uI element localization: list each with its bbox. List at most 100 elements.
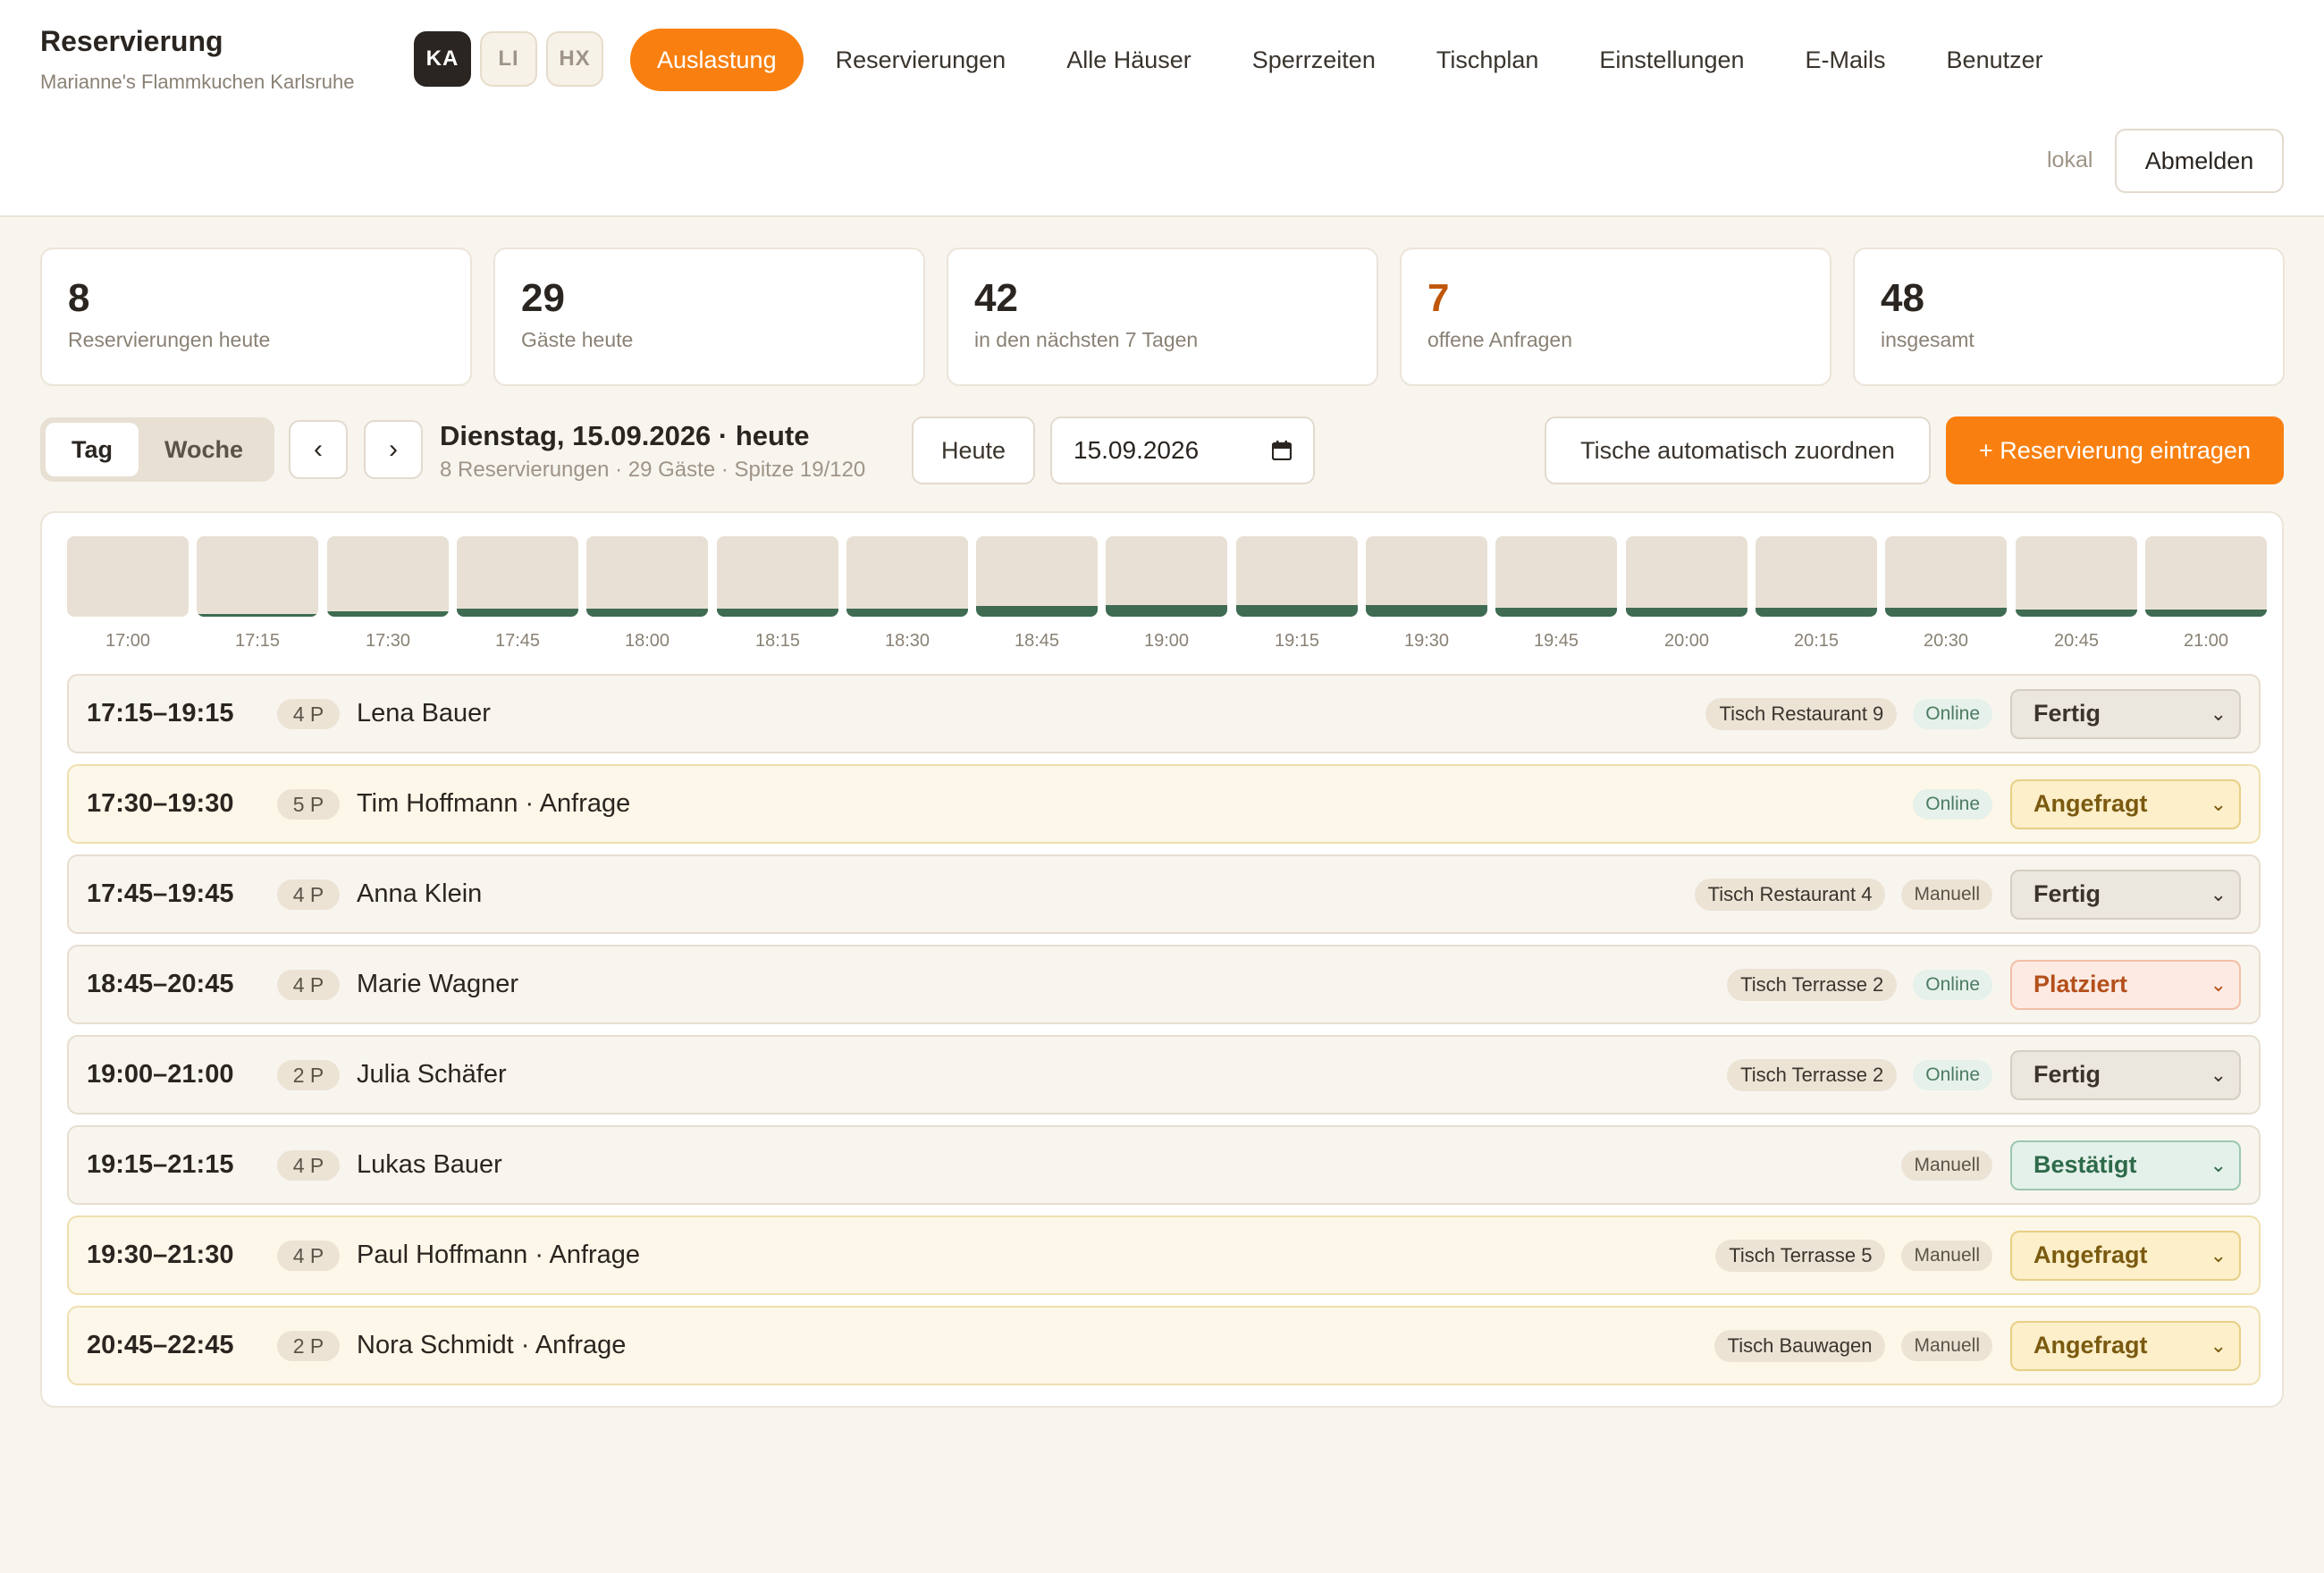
status-select[interactable]: Angefragt ⌄ <box>2010 778 2241 829</box>
table-badge: Tisch Bauwagen <box>1714 1329 1886 1362</box>
guest-name: Lukas Bauer <box>357 1150 502 1179</box>
nav-sperrzeiten[interactable]: Sperrzeiten <box>1225 29 1402 91</box>
timeline-slot[interactable] <box>1885 536 2007 617</box>
next-day-button[interactable]: › <box>364 420 423 479</box>
prev-day-button[interactable]: ‹ <box>289 420 348 479</box>
occupancy-bar <box>457 609 578 617</box>
chevron-down-icon: ⌄ <box>2210 1153 2227 1176</box>
timeline-slot[interactable] <box>197 536 318 617</box>
reservation-time: 17:30–19:30 <box>87 789 234 818</box>
today-button[interactable]: Heute <box>912 416 1035 484</box>
reservation-row[interactable]: 19:00–21:00 2 P Julia Schäfer Tisch Terrass… <box>67 1035 2261 1115</box>
reservation-row[interactable]: 20:45–22:45 2 P Nora Schmidt · Anfrage Tisc… <box>67 1306 2261 1385</box>
timeline-slot[interactable] <box>846 536 968 617</box>
table-badge: Tisch Terrasse 2 <box>1727 1058 1898 1091</box>
house-button-li[interactable]: LI <box>480 31 537 87</box>
reservation-row[interactable]: 19:30–21:30 4 P Paul Hoffmann · Anfrage Tis… <box>67 1216 2261 1295</box>
status-select[interactable]: Fertig ⌄ <box>2010 1049 2241 1100</box>
table-badge: Tisch Terrasse 2 <box>1727 968 1898 1001</box>
timeline-slot[interactable] <box>717 536 838 617</box>
nav-emails[interactable]: E-Mails <box>1779 29 1913 91</box>
stat-card-total: 48 insgesamt <box>1853 248 2285 386</box>
source-badge: Online <box>1913 969 1992 1000</box>
status-value: Fertig <box>2034 1061 2101 1088</box>
stat-value: 29 <box>521 276 565 320</box>
status-select[interactable]: Fertig ⌄ <box>2010 688 2241 739</box>
timeline-slot[interactable] <box>1106 536 1227 617</box>
house-button-ka[interactable]: KA <box>414 31 471 87</box>
status-select[interactable]: Platziert ⌄ <box>2010 959 2241 1010</box>
timeline-slot[interactable] <box>586 536 708 617</box>
view-day-button[interactable]: Tag <box>46 423 139 476</box>
day-summary: 8 Reservierungen · 29 Gäste · Spitze 19/… <box>440 458 866 482</box>
party-size-badge: 5 P <box>277 789 340 820</box>
date-picker-input[interactable]: 15.09.2026 <box>1050 416 1315 484</box>
reservation-time: 17:15–19:15 <box>87 699 234 728</box>
stat-value: 8 <box>68 276 90 320</box>
timeline-slot[interactable] <box>67 536 189 617</box>
stat-value: 48 <box>1881 276 1924 320</box>
status-select[interactable]: Angefragt ⌄ <box>2010 1320 2241 1371</box>
status-value: Fertig <box>2034 880 2101 907</box>
occupancy-bar <box>1626 608 1747 617</box>
reservation-time: 20:45–22:45 <box>87 1331 234 1359</box>
status-value: Fertig <box>2034 700 2101 727</box>
timeline-slot[interactable] <box>457 536 578 617</box>
nav-alle-haeuser[interactable]: Alle Häuser <box>1040 29 1218 91</box>
auto-assign-tables-button[interactable]: Tische automatisch zuordnen <box>1545 416 1931 484</box>
party-size-badge: 4 P <box>277 1241 340 1271</box>
timeline-slot[interactable] <box>1366 536 1487 617</box>
party-size-badge: 2 P <box>277 1060 340 1090</box>
guest-name: Marie Wagner <box>357 970 519 998</box>
timeline-slot[interactable] <box>2145 536 2267 617</box>
reservation-row[interactable]: 17:15–19:15 4 P Lena Bauer Tisch Restaurant… <box>67 674 2261 753</box>
view-week-button[interactable]: Woche <box>139 423 269 476</box>
status-value: Platziert <box>2034 971 2128 997</box>
reservation-row[interactable]: 17:45–19:45 4 P Anna Klein Tisch Restaurant… <box>67 854 2261 934</box>
calendar-icon[interactable] <box>1272 441 1292 460</box>
timeline-slot[interactable] <box>1236 536 1358 617</box>
timeline-slot[interactable] <box>1626 536 1747 617</box>
logout-button[interactable]: Abmelden <box>2115 129 2284 193</box>
reservation-row[interactable]: 17:30–19:30 5 P Tim Hoffmann · Anfrage Onli… <box>67 764 2261 844</box>
timeline-slot[interactable] <box>1495 536 1617 617</box>
status-select[interactable]: Bestätigt ⌄ <box>2010 1140 2241 1190</box>
nav-auslastung[interactable]: Auslastung <box>630 29 804 91</box>
house-button-hx[interactable]: HX <box>546 31 603 87</box>
source-badge: Online <box>1913 788 1992 820</box>
stat-label: in den nächsten 7 Tagen <box>974 328 1199 351</box>
nav-benutzer[interactable]: Benutzer <box>1920 29 2070 91</box>
timeline-slot[interactable] <box>327 536 449 617</box>
party-size-badge: 4 P <box>277 970 340 1000</box>
add-reservation-button[interactable]: + Reservierung eintragen <box>1946 416 2284 484</box>
stat-label: Reservierungen heute <box>68 328 271 351</box>
timeline-slot-label: 20:45 <box>2053 631 2100 651</box>
reservation-row[interactable]: 18:45–20:45 4 P Marie Wagner Tisch Terrasse… <box>67 945 2261 1024</box>
source-badge: Online <box>1913 698 1992 729</box>
occupancy-bar <box>1106 605 1227 617</box>
stats-row: 8 Reservierungen heute 29 Gäste heute 42… <box>40 248 2285 386</box>
chevron-down-icon: ⌄ <box>2210 702 2227 725</box>
house-switcher: KA LI HX <box>414 31 603 87</box>
nav-einstellungen[interactable]: Einstellungen <box>1572 29 1771 91</box>
timeline-slot[interactable] <box>2016 536 2137 617</box>
date-heading: Dienstag, 15.09.2026 · heute 8 Reservier… <box>440 420 865 483</box>
reservation-time: 18:45–20:45 <box>87 970 234 998</box>
reservation-meta: Online Angefragt ⌄ <box>1913 766 2241 842</box>
reservation-row[interactable]: 19:15–21:15 4 P Lukas Bauer Manuell Bestätig… <box>67 1125 2261 1205</box>
timeline-slot[interactable] <box>1756 536 1877 617</box>
status-select[interactable]: Fertig ⌄ <box>2010 869 2241 920</box>
nav-reservierungen[interactable]: Reservierungen <box>809 29 1033 91</box>
main-nav: Auslastung Reservierungen Alle Häuser Sp… <box>630 29 2077 91</box>
status-select[interactable]: Angefragt ⌄ <box>2010 1230 2241 1281</box>
occupancy-bar <box>1366 605 1487 617</box>
app-header: Reservierung Marianne's Flammkuchen Karl… <box>0 0 2324 217</box>
reservation-time: 17:45–19:45 <box>87 879 234 908</box>
brand: Reservierung Marianne's Flammkuchen Karl… <box>40 25 354 94</box>
status-value: Angefragt <box>2034 1332 2148 1358</box>
restaurant-name: Marianne's Flammkuchen Karlsruhe <box>40 71 355 93</box>
stat-value: 42 <box>974 276 1018 320</box>
nav-tischplan[interactable]: Tischplan <box>1410 29 1566 91</box>
timeline-slot-label: 19:30 <box>1403 631 1450 651</box>
timeline-slot[interactable] <box>976 536 1098 617</box>
